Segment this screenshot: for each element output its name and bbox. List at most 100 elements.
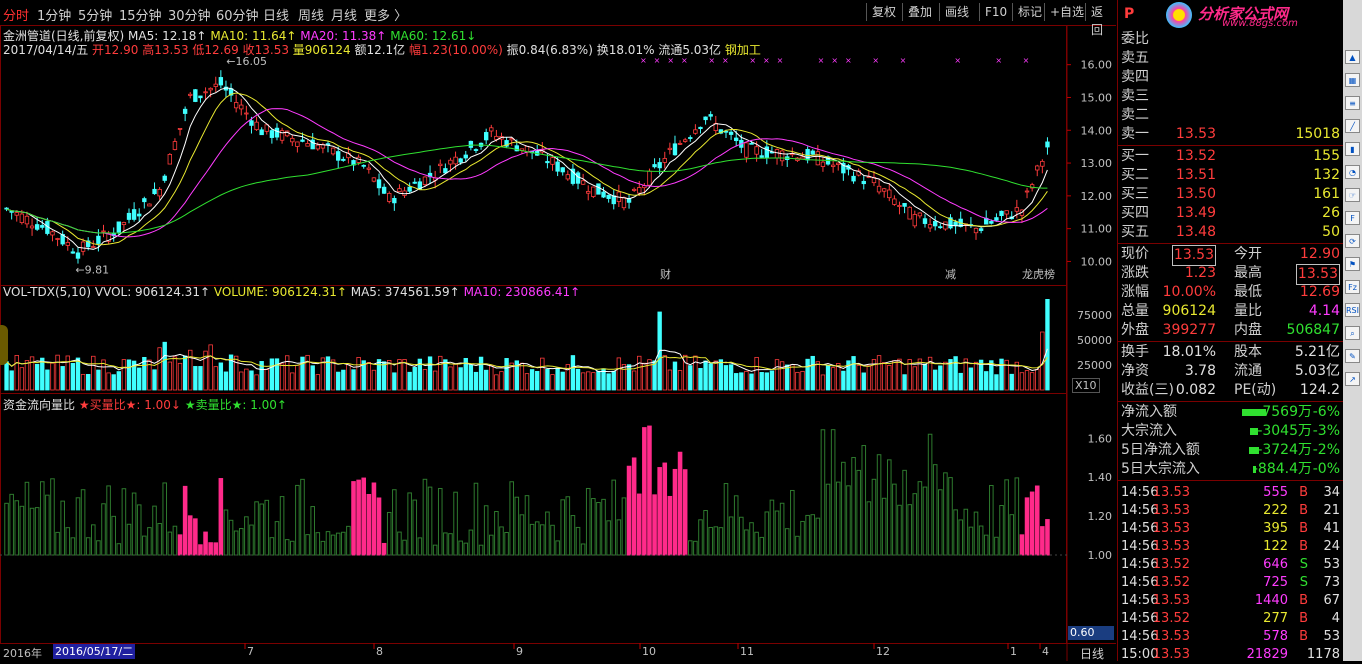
candle-body [693,129,698,134]
volume-header: VOL-TDX(5,10) VVOL: 906124.31↑ VOLUME: 9… [3,285,580,299]
candle-body [1045,141,1050,148]
toolbar-button-1[interactable]: 叠加 [902,3,937,21]
ask-row-3[interactable]: 卖二 [1118,106,1344,125]
f10-tool-icon[interactable]: F [1345,211,1360,225]
volume-bar [468,364,474,391]
flow-bar [907,504,912,556]
flow-bar [876,454,882,556]
candle-body [366,167,372,170]
toolbar-button-5[interactable]: +自选 [1044,3,1089,21]
period-tab-1[interactable]: 1分钟 [37,5,71,24]
hand-tool-icon[interactable]: ☞ [1345,188,1360,202]
volume-bar [815,361,821,391]
candle-body [907,206,912,220]
flow-bar [958,519,963,556]
candle-body [815,151,821,166]
finance-row-0: 换手 18.01% 股本 5.21亿 [1121,344,1340,360]
candle-body [728,131,734,135]
period-tab-7[interactable]: 周线 [298,5,324,24]
refresh-tool-icon[interactable]: ⟳ [1345,234,1360,248]
flow-bar [290,540,295,556]
kline-chart[interactable]: 16.0015.0014.0013.0012.0011.0010.00←16.0… [0,25,1116,661]
period-tab-3[interactable]: 15分钟 [119,5,162,24]
bar-tool-icon[interactable]: ▮ [1345,142,1360,156]
period-tab-5[interactable]: 60分钟 [216,5,259,24]
bid-row-4[interactable]: 买五 13.48 50 [1118,223,1344,242]
candle-body [734,137,739,142]
bid-row-0[interactable]: 买一 13.52 155 [1118,147,1344,166]
toolbar-button-3[interactable]: F10 [979,3,1012,21]
flow-bar [274,521,280,556]
flow-bar [264,499,270,556]
toolbar-button-6[interactable]: 返回 [1085,3,1116,37]
toolbar-button-0[interactable]: 复权 [866,3,901,21]
arrow-tool-icon[interactable]: ↗ [1345,372,1360,386]
signal-marker: × [995,56,1002,65]
ask-row-4[interactable]: 卖一 13.53 15018 [1118,125,1344,144]
volume-bar [759,372,764,391]
period-tab-2[interactable]: 5分钟 [78,5,112,24]
flow-bar [213,542,219,556]
candle-body [989,221,994,224]
tick-row-4: 14:56 13.52 646 S 53 [1121,557,1340,572]
zoom-tool-icon[interactable]: Fz [1345,280,1360,294]
volume-bar [984,371,989,391]
bid-row-1[interactable]: 买二 13.51 132 [1118,166,1344,185]
ask-row-2[interactable]: 卖三 [1118,87,1344,106]
toolbar-button-4[interactable]: 标记 [1012,3,1047,21]
flow-bar [1009,514,1015,556]
ask-row-0[interactable]: 卖五 [1118,49,1344,68]
candle-body [80,241,86,252]
bid-row-2[interactable]: 买三 13.50 161 [1118,185,1344,204]
flow-bar [708,526,713,556]
ask-row-1[interactable]: 卖四 [1118,68,1344,87]
candle-body [662,158,667,163]
volume-bar [790,364,795,391]
flow-bar [315,532,321,556]
volume-bar [19,367,25,391]
chart-tool-icon[interactable]: ▲ [1345,50,1360,64]
flow-bar [320,540,326,556]
candle-body [269,130,275,138]
rsi-tool-icon[interactable]: RSI [1345,303,1360,317]
toolbar-button-2[interactable]: 画线 [939,3,974,21]
pie-tool-icon[interactable]: ◔ [1345,165,1360,179]
flow-tick-label: 1.60 [1088,432,1113,445]
search-tool-icon[interactable]: ⌕ [1345,326,1360,340]
period-label[interactable]: 日线 [1080,645,1104,662]
period-tab-9[interactable]: 更多 〉 [364,5,407,24]
flow-bar [96,540,101,556]
volume-bar [881,362,887,391]
flow-header: 资金流向量比 ★买量比★: 1.00↓ ★卖量比★: 1.00↑ [3,396,287,413]
volume-bar [381,361,387,391]
line-tool-icon[interactable]: ╱ [1345,119,1360,133]
flow-bar [91,524,96,556]
volume-bar [560,371,565,391]
period-tab-6[interactable]: 日线 [263,5,289,24]
flow-bar [652,494,657,556]
grid-tool-icon[interactable]: ▦ [1345,73,1360,87]
flag-tool-icon[interactable]: ⚑ [1345,257,1360,271]
volume-bar [315,374,320,391]
candle-body [749,142,754,145]
bid-row-3[interactable]: 买四 13.49 26 [1118,204,1344,223]
period-tab-8[interactable]: 月线 [331,5,357,24]
pen-tool-icon[interactable]: ✎ [1345,349,1360,363]
flow-bar [1024,497,1030,556]
volume-bar [693,355,698,391]
collapse-handle[interactable] [0,325,8,365]
volume-bar [106,372,111,391]
volume-bar [290,372,295,391]
list-tool-icon[interactable]: ≡ [1345,96,1360,110]
candle-body [137,213,142,217]
candle-body [672,143,678,156]
candle-body [631,188,637,191]
candle-body [65,242,70,246]
volume-bar [213,366,218,391]
period-tab-4[interactable]: 30分钟 [168,5,211,24]
candle-body [677,142,683,145]
volume-bar [938,365,943,391]
flow-bar [29,507,35,556]
flow-bar [111,515,116,556]
period-tab-0[interactable]: 分时 [3,5,29,24]
